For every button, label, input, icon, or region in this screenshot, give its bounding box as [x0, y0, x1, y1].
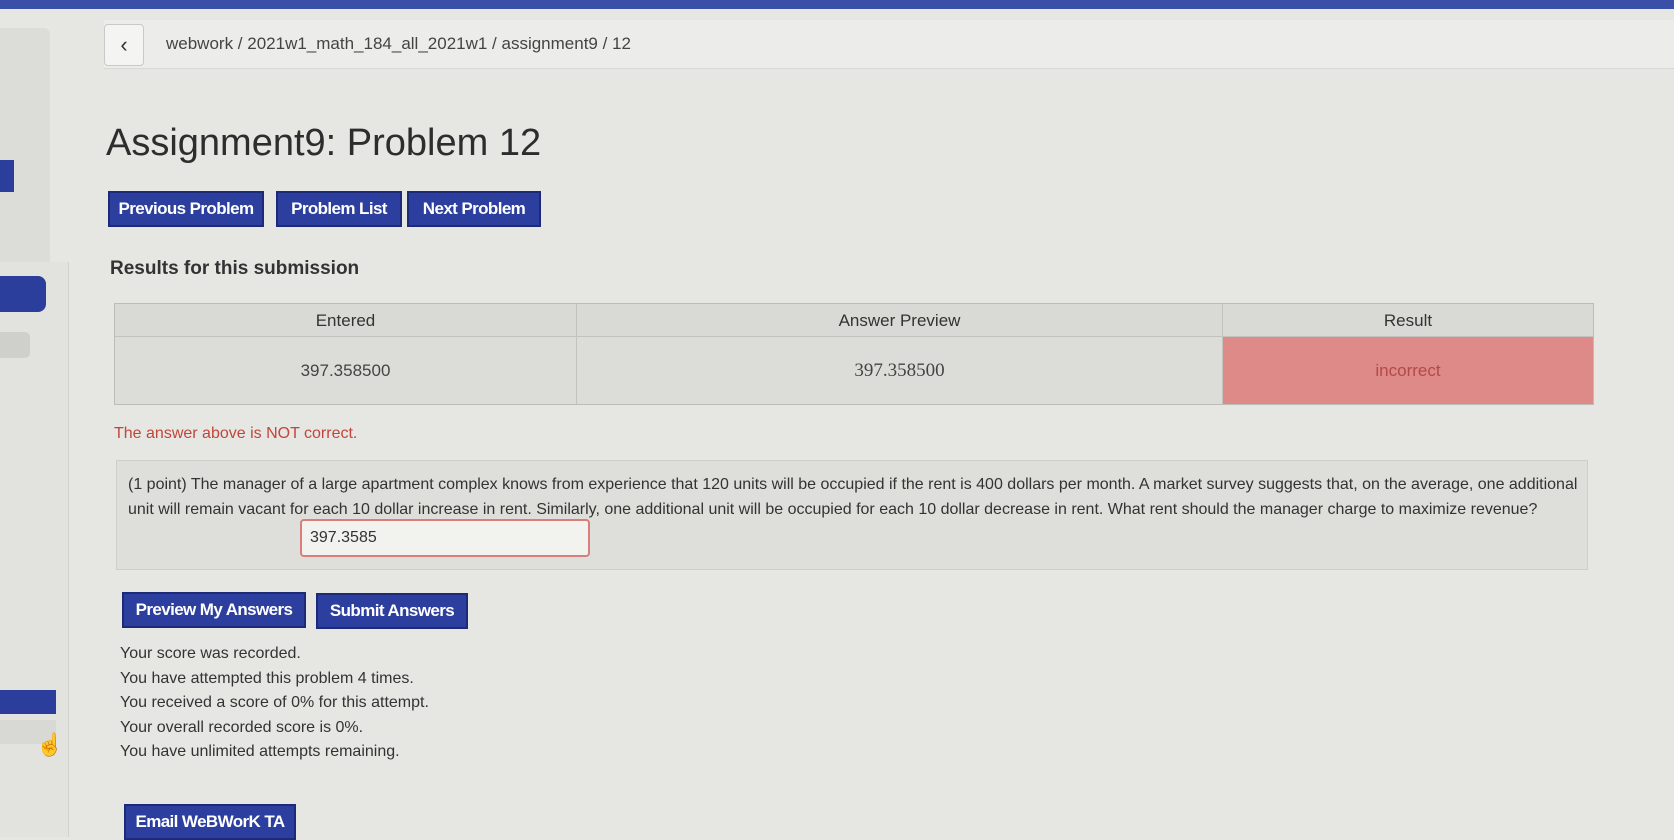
result-cell: incorrect [1223, 337, 1593, 404]
previous-problem-button[interactable]: Previous Problem [108, 191, 264, 227]
status-line: Your overall recorded score is 0%. [120, 718, 364, 736]
pointer-hand-icon: ☝ [36, 732, 64, 757]
column-header-answer-preview: Answer Preview [577, 304, 1223, 337]
email-ta-button[interactable]: Email WeBWorK TA [124, 804, 296, 840]
problem-text: (1 point) The manager of a large apartme… [128, 476, 1578, 518]
status-line: You have unlimited attempts remaining. [120, 743, 400, 760]
status-line: You received a score of 0% for this atte… [120, 694, 429, 711]
sidebar-item[interactable] [0, 332, 30, 358]
answer-input[interactable] [300, 519, 590, 557]
page-title: Assignment9: Problem 12 [106, 122, 542, 164]
sidebar [0, 28, 50, 268]
answer-preview-cell: 397.358500 [577, 337, 1223, 404]
sidebar-active-item[interactable] [0, 276, 46, 312]
sidebar-active-item[interactable] [0, 690, 56, 714]
next-problem-button[interactable]: Next Problem [407, 191, 541, 227]
status-line: You have attempted this problem 4 times. [120, 669, 414, 687]
results-table: Entered Answer Preview Result 397.358500… [114, 303, 1594, 405]
results-heading: Results for this submission [110, 258, 360, 279]
chevron-left-icon: ‹ [120, 32, 128, 57]
column-header-entered: Entered [115, 304, 577, 337]
submit-answers-button[interactable]: Submit Answers [316, 593, 468, 629]
back-button[interactable]: ‹ [104, 24, 144, 66]
status-line: Your score was recorded. [120, 645, 301, 662]
entered-cell: 397.358500 [115, 337, 577, 404]
breadcrumb[interactable]: webwork / 2021w1_math_184_all_2021w1 / a… [166, 34, 631, 54]
problem-list-button[interactable]: Problem List [276, 191, 402, 227]
top-nav-strip [0, 0, 1674, 9]
error-message: The answer above is NOT correct. [114, 425, 358, 442]
column-header-result: Result [1223, 304, 1593, 337]
sidebar-indicator[interactable] [0, 160, 14, 192]
preview-answers-button[interactable]: Preview My Answers [122, 592, 306, 628]
status-messages: Your score was recorded. You have attemp… [120, 642, 429, 765]
